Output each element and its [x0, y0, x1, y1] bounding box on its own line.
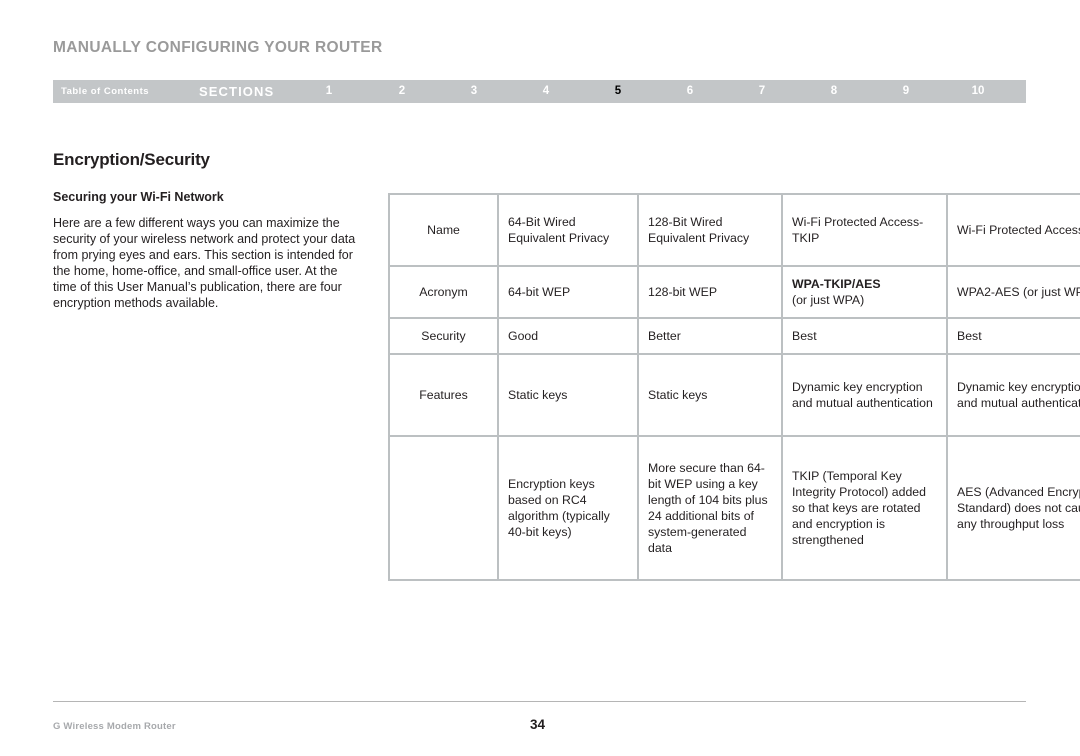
- section-link-1[interactable]: 1: [316, 80, 342, 103]
- sections-label: SECTIONS: [199, 84, 275, 99]
- section-subheading: Securing your Wi-Fi Network: [53, 190, 224, 204]
- table-cell: More secure than 64-bit WEP using a key …: [637, 435, 783, 581]
- table-cell: 64-bit WEP: [497, 265, 639, 319]
- cell-text-primary: WPA-TKIP/AES: [792, 277, 881, 291]
- table-row: Security Good Better Best Best: [388, 317, 1080, 355]
- running-head: Manually Configuring your Router: [53, 39, 383, 56]
- table-cell: Good: [497, 317, 639, 355]
- section-link-2[interactable]: 2: [389, 80, 415, 103]
- table-cell: Best: [781, 317, 948, 355]
- table-cell: Encryption keys based on RC4 algorithm (…: [497, 435, 639, 581]
- table-cell: Wi-Fi Protected Access 2: [946, 193, 1080, 267]
- row-label-name: Name: [388, 193, 499, 267]
- section-link-10[interactable]: 10: [965, 80, 991, 103]
- table-cell: Wi-Fi Protected Access-TKIP: [781, 193, 948, 267]
- footer-divider: [53, 701, 1026, 702]
- table-cell: TKIP (Temporal Key Integrity Protocol) a…: [781, 435, 948, 581]
- body-paragraph: Here are a few different ways you can ma…: [53, 216, 356, 311]
- section-link-3[interactable]: 3: [461, 80, 487, 103]
- row-label-acronym: Acronym: [388, 265, 499, 319]
- table-cell: 64-Bit Wired Equivalent Privacy: [497, 193, 639, 267]
- table-cell: Static keys: [637, 353, 783, 437]
- section-link-6[interactable]: 6: [677, 80, 703, 103]
- table-cell: Best: [946, 317, 1080, 355]
- table-cell: WPA-TKIP/AES (or just WPA): [781, 265, 948, 319]
- document-page: Manually Configuring your Router Table o…: [0, 0, 1080, 756]
- footer-page-number: 34: [530, 717, 546, 732]
- section-link-8[interactable]: 8: [821, 80, 847, 103]
- table-row: Acronym 64-bit WEP 128-bit WEP WPA-TKIP/AES…: [388, 265, 1080, 319]
- table-row: Encryption keys based on RC4 algorithm (…: [388, 435, 1080, 581]
- row-label-security: Security: [388, 317, 499, 355]
- table-row: Features Static keys Static keys Dynamic ke…: [388, 353, 1080, 437]
- encryption-comparison-table: Name 64-Bit Wired Equivalent Privacy 128-B…: [388, 193, 1080, 581]
- table-cell: Static keys: [497, 353, 639, 437]
- cell-text-secondary: (or just WPA): [792, 293, 865, 307]
- table-cell: 128-Bit Wired Equivalent Privacy: [637, 193, 783, 267]
- table-row: Name 64-Bit Wired Equivalent Privacy 128-B…: [388, 193, 1080, 267]
- footer-product-name: G Wireless Modem Router: [53, 721, 176, 732]
- section-link-4[interactable]: 4: [533, 80, 559, 103]
- row-label-details: [388, 435, 499, 581]
- table-cell: AES (Advanced Encryption Standard) does …: [946, 435, 1080, 581]
- section-navigation-bar: Table of Contents SECTIONS 1 2 3 4 5 6 7 8 9 10: [53, 80, 1026, 103]
- section-link-5[interactable]: 5: [605, 80, 631, 103]
- section-link-7[interactable]: 7: [749, 80, 775, 103]
- table-cell: Better: [637, 317, 783, 355]
- page-title: Encryption/Security: [53, 150, 210, 169]
- table-cell: Dynamic key encryption and mutual authen…: [781, 353, 948, 437]
- table-body: Name 64-Bit Wired Equivalent Privacy 128-B…: [388, 193, 1080, 581]
- table-cell: WPA2-AES (or just WPA2): [946, 265, 1080, 319]
- table-cell: 128-bit WEP: [637, 265, 783, 319]
- section-link-9[interactable]: 9: [893, 80, 919, 103]
- table-cell: Dynamic key encryption and mutual authen…: [946, 353, 1080, 437]
- row-label-features: Features: [388, 353, 499, 437]
- table-of-contents-link[interactable]: Table of Contents: [61, 80, 149, 103]
